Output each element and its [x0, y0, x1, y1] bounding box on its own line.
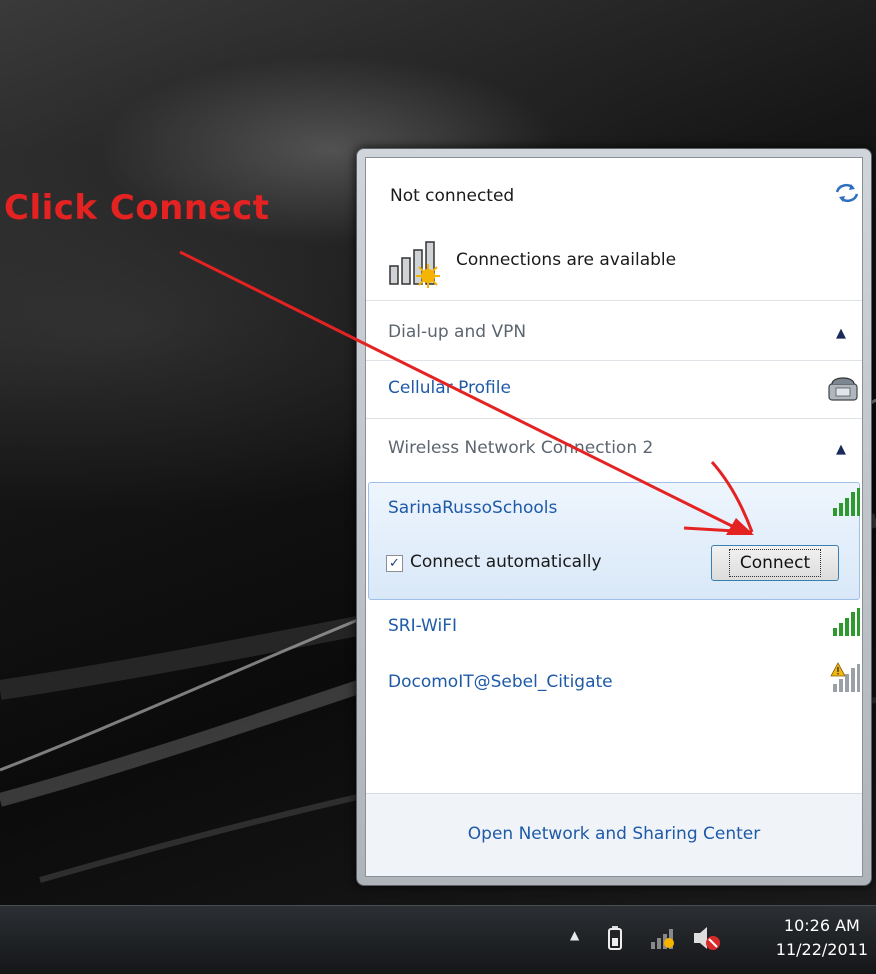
taskbar-clock[interactable]: 10:26 AM 11/22/2011	[776, 914, 868, 962]
clock-date: 11/22/2011	[775, 940, 868, 959]
annotation-arrow	[179, 250, 754, 535]
clock-time: 10:26 AM	[783, 916, 860, 935]
network-icon[interactable]	[650, 926, 678, 950]
volume-muted-icon[interactable]	[692, 924, 722, 952]
battery-icon[interactable]	[608, 926, 622, 950]
show-hidden-icons-arrow-icon[interactable]: ▲	[570, 928, 579, 942]
taskbar: ▲ 10:26 AM 11/22/2011	[0, 905, 876, 974]
